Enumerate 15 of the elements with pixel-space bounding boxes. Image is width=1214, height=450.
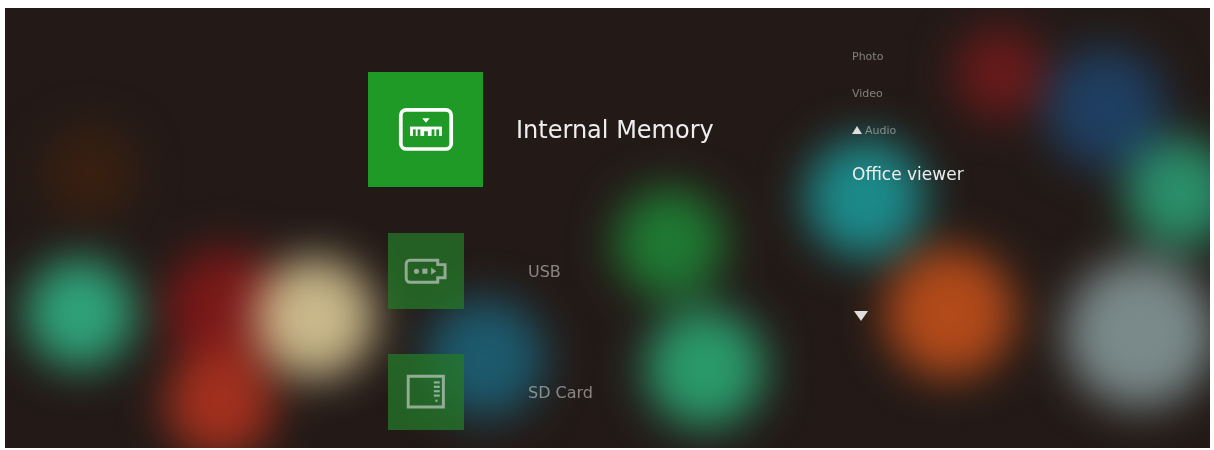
up-arrow-icon[interactable]: [852, 126, 862, 134]
storage-label: USB: [528, 261, 561, 281]
category-item[interactable]: Photo: [852, 48, 884, 85]
storage-tile[interactable]: [387, 233, 464, 309]
memory-chip-icon: [397, 107, 454, 152]
category-item[interactable]: Office viewer: [852, 159, 964, 201]
storage-tile[interactable]: [387, 354, 464, 430]
usb-drive-icon: [403, 257, 448, 285]
sd-card-icon: [405, 374, 446, 410]
storage-label: Internal Memory: [516, 115, 714, 144]
category-item[interactable]: Video: [852, 85, 883, 122]
storage-label: SD Card: [528, 382, 593, 402]
storage-tile[interactable]: [368, 72, 483, 187]
category-item[interactable]: Audio: [865, 122, 897, 159]
down-arrow-icon[interactable]: [854, 311, 868, 321]
